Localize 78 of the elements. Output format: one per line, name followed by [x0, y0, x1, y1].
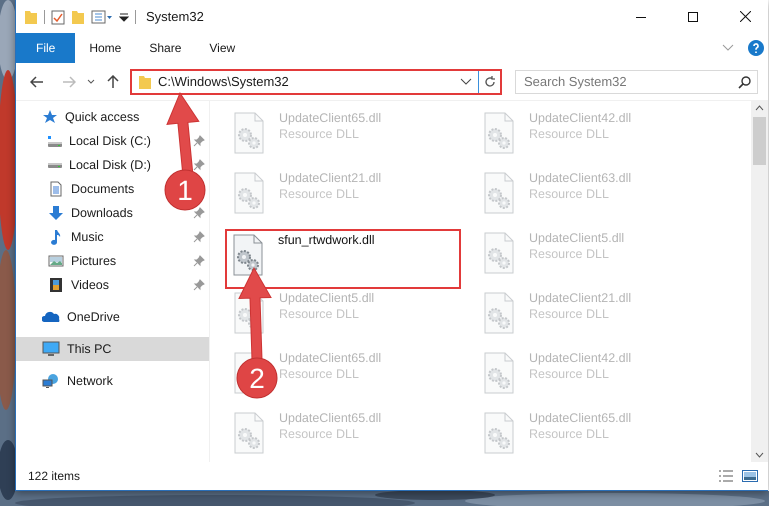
chevron-down-icon[interactable] [460, 78, 472, 86]
file-type: Resource DLL [529, 247, 609, 261]
file-type: Resource DLL [529, 127, 609, 141]
nav-item[interactable]: Documents [16, 177, 138, 201]
file-type: Resource DLL [279, 307, 359, 321]
file-gear-icon [233, 171, 265, 215]
file-gear-icon [233, 411, 265, 455]
pin-icon[interactable] [193, 231, 205, 243]
down-arrow-icon [48, 205, 64, 221]
ribbon-tab[interactable]: Share [135, 33, 196, 63]
film-icon [48, 277, 64, 293]
file-menu-button[interactable]: File [16, 33, 76, 63]
nav-item[interactable]: Local Disk (D:) [16, 153, 155, 177]
pin-icon[interactable] [193, 135, 205, 147]
file-gear-icon [483, 411, 515, 455]
pin-icon[interactable] [193, 207, 205, 219]
file-type: Resource DLL [529, 367, 609, 381]
scrollbar[interactable] [751, 101, 768, 462]
file-type: Resource DLL [279, 187, 359, 201]
forward-arrow-icon [62, 76, 76, 88]
file-gear-icon [483, 171, 515, 215]
maximize-icon [688, 12, 698, 22]
nav-item[interactable]: This PC [16, 337, 209, 361]
drive-icon [48, 136, 62, 146]
monitor-icon [42, 341, 60, 357]
file-gear-icon [233, 111, 265, 155]
file-type: Resource DLL [529, 187, 609, 201]
pin-icon[interactable] [193, 279, 205, 291]
nav-item[interactable]: Pictures [16, 249, 120, 273]
pin-icon[interactable] [193, 159, 205, 171]
address-bar[interactable]: C:\Windows\System32 [130, 68, 502, 94]
file-type: Resource DLL [279, 367, 359, 381]
file-gear-icon [483, 111, 515, 155]
nav-item[interactable]: Quick access [16, 105, 144, 129]
file-type: Resource DLL [529, 427, 609, 441]
file-type: Resource DLL [279, 427, 359, 441]
star-icon [42, 109, 58, 125]
nav-item[interactable]: Music [16, 225, 108, 249]
address-path: C:\Windows\System32 [158, 74, 289, 89]
window-title: System32 [146, 9, 205, 24]
close-icon [740, 11, 750, 22]
large-icons-view-icon[interactable] [742, 469, 758, 483]
back-arrow-icon [30, 76, 44, 88]
step-badge: 1 [164, 170, 206, 210]
properties-icon[interactable] [91, 8, 113, 24]
file-gear-icon [232, 233, 264, 277]
ribbon-tab[interactable]: Home [75, 33, 136, 63]
file-type: Resource DLL [279, 127, 359, 141]
nav-item[interactable]: Videos [16, 273, 113, 297]
refresh-icon [484, 76, 496, 88]
step-badge: 2 [236, 358, 278, 398]
file-gear-icon [483, 351, 515, 395]
help-icon[interactable] [748, 40, 764, 56]
nav-item[interactable]: Network [16, 369, 117, 393]
minimize-icon [636, 16, 646, 18]
scroll-thumb[interactable] [753, 117, 766, 165]
caret-icon [87, 79, 95, 84]
folder-icon [138, 74, 152, 90]
search-icon[interactable] [738, 76, 751, 88]
item-count: 122 items [28, 469, 82, 483]
image-icon [48, 253, 64, 269]
nav-item[interactable]: Local Disk (C:) [16, 129, 155, 153]
nav-item[interactable]: OneDrive [16, 305, 124, 329]
nav-item[interactable]: Downloads [16, 201, 137, 225]
drive-icon [48, 162, 62, 168]
up-arrow-icon [107, 74, 119, 88]
search-field[interactable]: Search System32 [515, 70, 758, 94]
details-view-icon[interactable] [718, 469, 734, 483]
ribbon-tab[interactable]: View [195, 33, 250, 63]
document-icon [48, 181, 64, 197]
cloud-icon [42, 309, 60, 325]
network-icon [42, 373, 60, 389]
file-name[interactable]: sfun_rtwdwork.dll [278, 233, 375, 247]
file-gear-icon [483, 231, 515, 275]
file-gear-icon [483, 291, 515, 335]
file-type: Resource DLL [529, 307, 609, 321]
pin-icon[interactable] [193, 255, 205, 267]
checklist-icon[interactable] [51, 8, 65, 24]
